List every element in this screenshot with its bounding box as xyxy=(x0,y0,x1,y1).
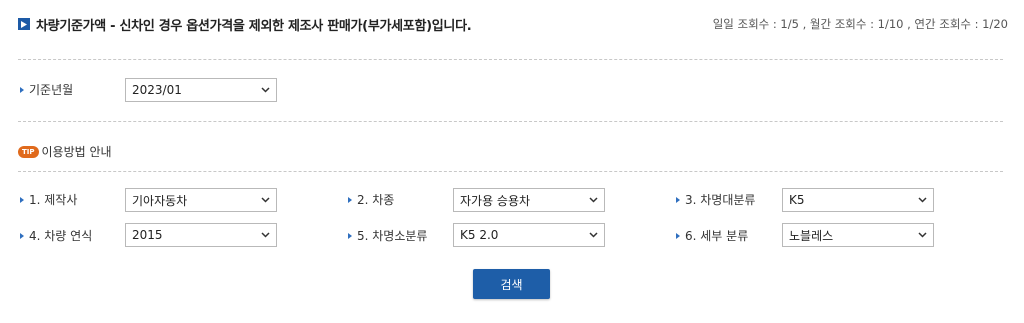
detail-category-select[interactable]: 노블레스 xyxy=(782,223,934,247)
usage-guide-link[interactable]: TIP 이용방법 안내 xyxy=(18,143,112,160)
chevron-down-icon xyxy=(918,197,927,203)
vehicle-type-label: 2. 차종 xyxy=(348,191,394,208)
divider xyxy=(18,59,1003,60)
chevron-down-icon xyxy=(261,197,270,203)
chevron-down-icon xyxy=(918,232,927,238)
search-button[interactable]: 검색 xyxy=(473,269,550,299)
model-category-label: 3. 차명대분류 xyxy=(676,191,755,208)
chevron-down-icon xyxy=(589,232,598,238)
manufacturer-select[interactable]: 기아자동차 xyxy=(125,188,277,212)
chevron-down-icon xyxy=(589,197,598,203)
triangle-bullet-icon xyxy=(20,86,24,93)
page-title: 차량기준가액 - 신차인 경우 옵션가격을 제외한 제조사 판매가(부가세포함)… xyxy=(36,18,472,34)
manufacturer-label: 1. 제작사 xyxy=(20,191,77,208)
tip-badge: TIP xyxy=(18,145,39,158)
view-count-info: 일일 조회수 : 1/5 , 월간 조회수 : 1/10 , 연간 조회수 : … xyxy=(712,17,1008,31)
page-header: 차량기준가액 - 신차인 경우 옵션가격을 제외한 제조사 판매가(부가세포함)… xyxy=(18,12,1008,36)
model-category-select[interactable]: K5 xyxy=(782,188,934,212)
base-date-select[interactable]: 2023/01 xyxy=(125,78,277,102)
vehicle-type-select[interactable]: 자가용 승용차 xyxy=(453,188,605,212)
triangle-bullet-icon xyxy=(676,196,680,203)
model-year-label: 4. 차량 연식 xyxy=(20,227,92,244)
usage-guide-label: 이용방법 안내 xyxy=(41,145,112,159)
triangle-bullet-icon xyxy=(348,196,352,203)
model-subcategory-select[interactable]: K5 2.0 xyxy=(453,223,605,247)
model-year-select[interactable]: 2015 xyxy=(125,223,277,247)
detail-category-label: 6. 세부 분류 xyxy=(676,227,748,244)
chevron-down-icon xyxy=(261,232,270,238)
chevron-down-icon xyxy=(261,87,270,93)
triangle-bullet-icon xyxy=(348,232,352,239)
triangle-bullet-icon xyxy=(20,232,24,239)
divider xyxy=(18,121,1003,122)
square-play-icon xyxy=(18,18,30,30)
model-subcategory-label: 5. 차명소분류 xyxy=(348,227,427,244)
triangle-bullet-icon xyxy=(20,196,24,203)
base-date-label: 기준년월 xyxy=(20,81,73,98)
divider xyxy=(18,171,1003,172)
triangle-bullet-icon xyxy=(676,232,680,239)
